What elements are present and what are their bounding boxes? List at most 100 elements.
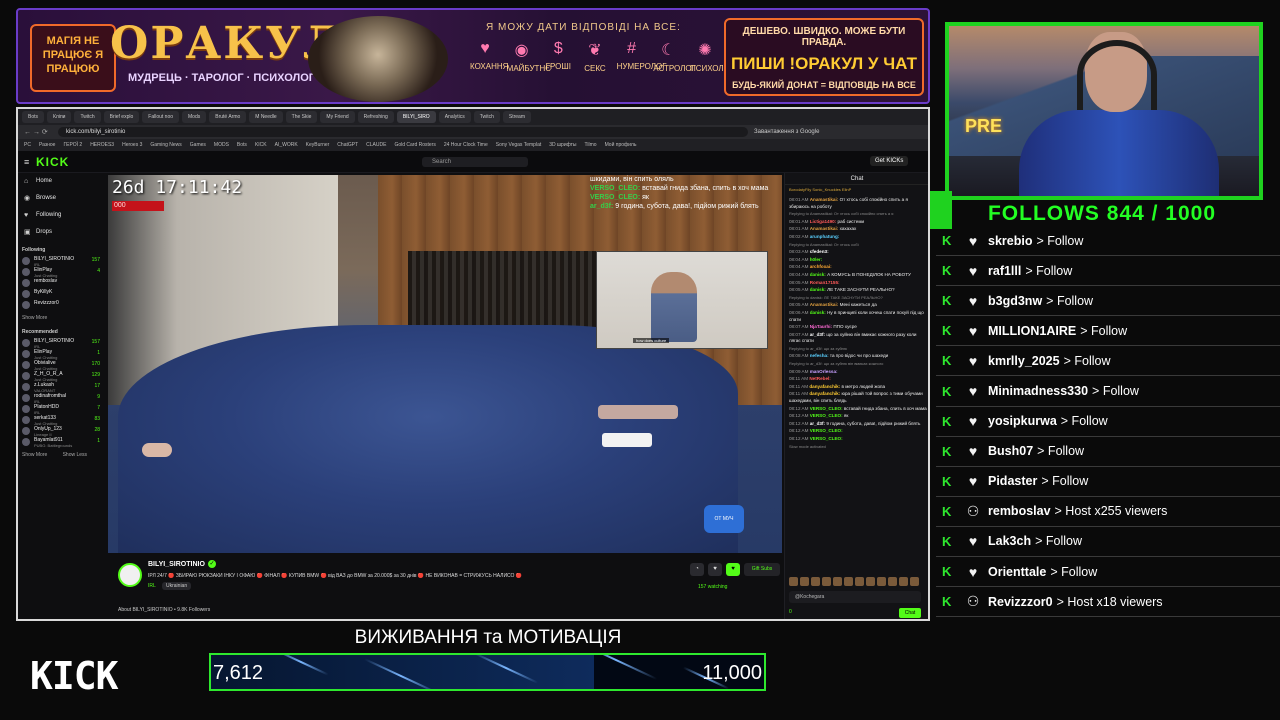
- sidebar-item-following[interactable]: ♥ Following: [18, 207, 106, 224]
- emote[interactable]: [866, 577, 875, 586]
- nav-arrows-icon[interactable]: ← → ⟳: [18, 128, 58, 136]
- chat-username[interactable]: NjaTaurhi:: [810, 324, 832, 329]
- channel-item[interactable]: Bayamlat911 PUBG: Battlegrounds 1: [18, 437, 106, 448]
- browser-tab[interactable]: Refreshing: [357, 111, 394, 123]
- bookmark-item[interactable]: ChatGPT: [337, 142, 358, 148]
- show-less-link[interactable]: Show Less: [63, 452, 87, 458]
- sidebar-item-browse[interactable]: ◉ Browse: [18, 190, 106, 207]
- chat-username[interactable]: NetRebel:: [809, 376, 830, 381]
- chat-username[interactable]: VERSO_CLEO:: [810, 428, 843, 433]
- browser-tab[interactable]: Twitch: [473, 111, 500, 123]
- emote[interactable]: [800, 577, 809, 586]
- chat-username[interactable]: h0ler:: [810, 257, 823, 262]
- browser-tab[interactable]: Mods: [182, 111, 207, 123]
- chat-username[interactable]: danisk:: [810, 310, 826, 315]
- emote[interactable]: [833, 577, 842, 586]
- emote[interactable]: [822, 577, 831, 586]
- channel-item[interactable]: OnlyUp_123 Lineage II 28: [18, 426, 106, 437]
- browser-tab[interactable]: Кліпи: [47, 111, 72, 123]
- show-more-link[interactable]: Show More: [18, 311, 106, 323]
- chat-username[interactable]: danyafanchik:: [809, 391, 840, 396]
- search-input[interactable]: Search: [422, 157, 528, 167]
- bookmark-item[interactable]: Tilmo: [585, 142, 597, 148]
- channel-item[interactable]: serkat133 Just Chatting 83: [18, 415, 106, 426]
- bookmark-item[interactable]: CLAUDE: [366, 142, 386, 148]
- channel-item[interactable]: remboslav: [18, 278, 106, 289]
- browser-tab[interactable]: The Skie: [285, 111, 318, 123]
- sidebar-item-drops[interactable]: ▣ Drops: [18, 224, 106, 241]
- emote[interactable]: [899, 577, 908, 586]
- bookmark-item[interactable]: Heroes 3: [122, 142, 142, 148]
- chat-username[interactable]: cfeden3:: [810, 249, 829, 254]
- about-link[interactable]: About BILYI_SIROTINIO • 9.8K Followers: [118, 607, 210, 613]
- channel-item[interactable]: ElinPlay Just Chatting 4: [18, 267, 106, 278]
- bookmark-item[interactable]: Разное: [39, 142, 56, 148]
- menu-icon[interactable]: ≡: [24, 157, 29, 167]
- chat-username[interactable]: ar_d3f:: [810, 421, 825, 426]
- browser-tab[interactable]: Bots: [22, 111, 45, 123]
- bookmark-item[interactable]: KeyBurner: [306, 142, 330, 148]
- chat-username[interactable]: Anamastikai:: [810, 226, 839, 231]
- follow-button[interactable]: ♥: [726, 563, 740, 576]
- browser-tab[interactable]: Stream: [502, 111, 532, 123]
- gift-subs-button[interactable]: Gift Subs: [744, 563, 780, 576]
- bookmark-item[interactable]: 3D шрифты: [549, 142, 576, 148]
- chat-username[interactable]: nefesha:: [810, 353, 829, 358]
- emote[interactable]: [789, 577, 798, 586]
- chat-username[interactable]: Anamastikai:: [810, 302, 839, 307]
- browser-tab[interactable]: Analytics: [438, 111, 471, 123]
- bookmark-item[interactable]: ГЕРОЇ 2: [63, 142, 82, 148]
- emote[interactable]: [877, 577, 886, 586]
- chat-input[interactable]: @Kochegara: [789, 591, 921, 603]
- emote[interactable]: [910, 577, 919, 586]
- chat-send-button[interactable]: Chat: [899, 608, 921, 618]
- channel-item[interactable]: Obivialive Just Chatting 170: [18, 360, 106, 371]
- chat-username[interactable]: Anamastikai:: [810, 197, 839, 202]
- channel-item[interactable]: rodinafromthal IRL 9: [18, 393, 106, 404]
- heart-button[interactable]: ♥: [708, 563, 722, 576]
- channel-avatar[interactable]: [118, 563, 142, 587]
- browser-tab[interactable]: Twitch: [74, 111, 101, 123]
- channel-item[interactable]: BILYI_SIROTINIO IRL 157: [18, 338, 106, 349]
- channel-name[interactable]: BILYI_SIROTINIO: [148, 561, 205, 568]
- channel-item[interactable]: z.Lukash VALORANT 17: [18, 382, 106, 393]
- channel-item[interactable]: PlatonHDD IRL 7: [18, 404, 106, 415]
- browser-tab[interactable]: M Needle: [249, 111, 283, 123]
- get-kicks-button[interactable]: Get KICKs: [870, 156, 909, 166]
- language-tag[interactable]: Ukrainian: [162, 582, 192, 590]
- channel-item[interactable]: Z_H_O_R_A Just Chatting 129: [18, 371, 106, 382]
- browser-tab[interactable]: BILYI_SIRO: [396, 111, 436, 123]
- chat-username[interactable]: danyafanchik:: [809, 384, 840, 389]
- emote[interactable]: [888, 577, 897, 586]
- bookmark-item[interactable]: Gaming News: [150, 142, 181, 148]
- bookmark-item[interactable]: Games: [190, 142, 206, 148]
- channel-item[interactable]: BILYI_SIROTINIO IRL 157: [18, 256, 106, 267]
- chat-username[interactable]: manOrlessa:: [810, 369, 838, 374]
- bookmark-item[interactable]: Gold Card Rosters: [394, 142, 435, 148]
- bookmark-item[interactable]: 24 Hour Clock Time: [444, 142, 488, 148]
- chat-username[interactable]: VERSO_CLEO:: [810, 413, 843, 418]
- browser-tab[interactable]: My Friend: [320, 111, 355, 123]
- bookmark-item[interactable]: HEROES3: [90, 142, 114, 148]
- bookmark-item[interactable]: PC: [24, 142, 31, 148]
- stream-category[interactable]: IRL: [148, 583, 156, 589]
- chat-username[interactable]: archfoxai:: [810, 264, 832, 269]
- emote[interactable]: [844, 577, 853, 586]
- browser-tab[interactable]: Bruté Armo: [209, 111, 247, 123]
- bookmark-item[interactable]: Мой профиль: [605, 142, 637, 148]
- chat-username[interactable]: danisk:: [810, 272, 826, 277]
- emote[interactable]: [811, 577, 820, 586]
- address-bar[interactable]: kick.com/bilyi_sirotinio: [58, 127, 748, 137]
- chat-username[interactable]: VERSO_CLEO:: [810, 436, 843, 441]
- bookmark-item[interactable]: AI_WORK: [275, 142, 298, 148]
- bookmark-item[interactable]: Bots: [237, 142, 247, 148]
- channel-item[interactable]: ByKillyK: [18, 289, 106, 300]
- bell-icon[interactable]: ◔: [690, 563, 704, 576]
- channel-item[interactable]: ElinPlay Just Chatting 1: [18, 349, 106, 360]
- kick-logo[interactable]: KICK: [36, 155, 69, 169]
- sidebar-item-home[interactable]: ⌂ Home: [18, 173, 106, 190]
- emote[interactable]: [855, 577, 864, 586]
- show-more-link-2[interactable]: Show More Show Less: [18, 448, 106, 460]
- browser-tab[interactable]: Fallout noo: [142, 111, 180, 123]
- bookmark-item[interactable]: MODS: [214, 142, 229, 148]
